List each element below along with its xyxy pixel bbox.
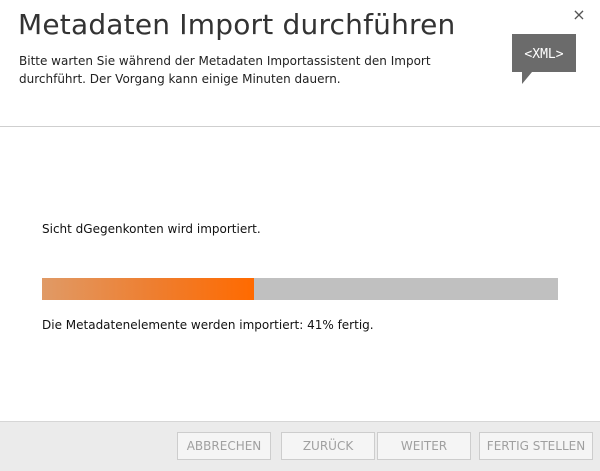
- import-wizard-window: Metadaten Import durchführen Bitte warte…: [0, 0, 600, 471]
- cancel-button[interactable]: ABBRECHEN: [177, 432, 271, 460]
- close-icon[interactable]: ×: [572, 7, 586, 23]
- page-title: Metadaten Import durchführen: [18, 8, 456, 41]
- xml-icon-label: <XML>: [524, 47, 563, 62]
- finish-button[interactable]: FERTIG STELLEN: [479, 432, 593, 460]
- page-subtitle: Bitte warten Sie während der Metadaten I…: [19, 54, 431, 86]
- import-progress-bar: [42, 278, 558, 300]
- wizard-header: Metadaten Import durchführen Bitte warte…: [0, 0, 600, 127]
- import-progress-text: Die Metadatenelemente werden importiert:…: [42, 318, 374, 332]
- wizard-footer: ABBRECHEN ZURÜCK WEITER FERTIG STELLEN: [0, 421, 600, 471]
- xml-speech-bubble-icon: <XML>: [512, 34, 576, 84]
- next-button[interactable]: WEITER: [377, 432, 471, 460]
- import-progress-fill: [42, 278, 254, 300]
- back-button[interactable]: ZURÜCK: [281, 432, 375, 460]
- wizard-content: Sicht dGegenkonten wird importiert. Die …: [0, 127, 600, 421]
- import-status-text: Sicht dGegenkonten wird importiert.: [42, 222, 261, 236]
